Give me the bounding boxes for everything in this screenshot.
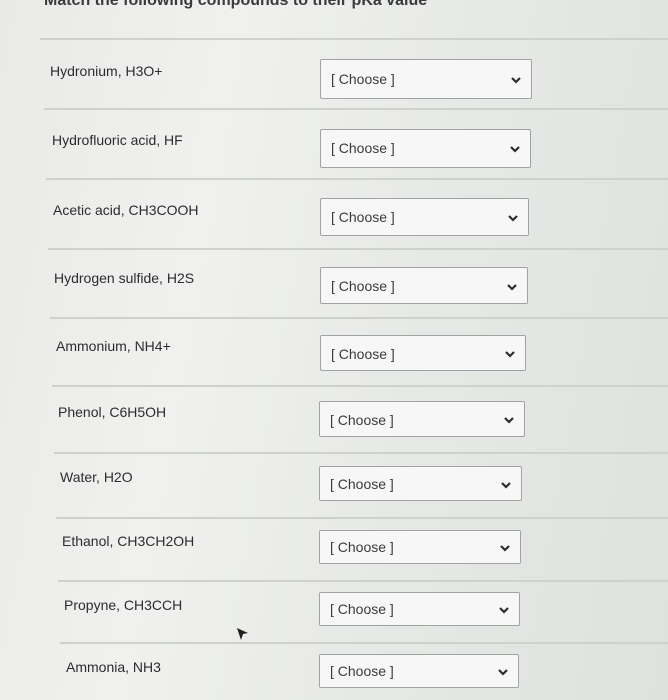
divider xyxy=(56,517,668,519)
compound-label: Hydrogen sulfide, H2S xyxy=(54,270,195,286)
compound-label: Hydrofluoric acid, HF xyxy=(52,132,183,148)
select-value: [ Choose ] xyxy=(331,209,395,225)
compound-label: Ammonium, NH4+ xyxy=(56,338,171,354)
divider xyxy=(54,452,668,454)
compound-label: Ammonia, NH3 xyxy=(66,659,161,675)
pka-select[interactable]: [ Choose ] xyxy=(319,592,520,626)
select-value: [ Choose ] xyxy=(330,539,394,555)
mouse-cursor-icon xyxy=(237,628,248,640)
chevron-down-icon xyxy=(499,607,509,614)
compound-label: Water, H2O xyxy=(60,469,133,485)
compound-label: Ethanol, CH3CH2OH xyxy=(62,533,195,549)
compound-label: Propyne, CH3CCH xyxy=(64,597,183,613)
pka-select[interactable]: [ Choose ] xyxy=(319,530,521,564)
pka-select[interactable]: [ Choose ] xyxy=(320,59,532,99)
compound-label: Acetic acid, CH3COOH xyxy=(53,202,199,218)
select-value: [ Choose ] xyxy=(331,346,395,362)
pka-select[interactable]: [ Choose ] xyxy=(320,129,531,168)
divider xyxy=(40,38,668,40)
chevron-down-icon xyxy=(504,417,514,424)
divider xyxy=(44,108,668,110)
divider xyxy=(50,317,668,319)
divider xyxy=(60,642,668,644)
chevron-down-icon xyxy=(510,146,520,153)
pka-select[interactable]: [ Choose ] xyxy=(320,267,528,304)
pka-select[interactable]: [ Choose ] xyxy=(320,335,526,371)
select-value: [ Choose ] xyxy=(330,412,394,428)
divider xyxy=(48,248,668,250)
chevron-down-icon xyxy=(505,351,515,358)
compound-label: Phenol, C6H5OH xyxy=(58,404,167,420)
pka-select[interactable]: [ Choose ] xyxy=(319,654,519,688)
chevron-down-icon xyxy=(498,669,508,676)
select-value: [ Choose ] xyxy=(330,476,394,492)
select-value: [ Choose ] xyxy=(330,601,394,617)
chevron-down-icon xyxy=(500,545,510,552)
divider xyxy=(46,178,668,180)
compound-label: Hydronium, H3O+ xyxy=(50,63,163,79)
chevron-down-icon xyxy=(508,215,518,222)
pka-select[interactable]: [ Choose ] xyxy=(319,466,522,501)
divider xyxy=(52,385,668,387)
select-value: [ Choose ] xyxy=(331,71,395,87)
chevron-down-icon xyxy=(501,482,511,489)
chevron-down-icon xyxy=(507,284,517,291)
pka-select[interactable]: [ Choose ] xyxy=(319,401,525,437)
pka-select[interactable]: [ Choose ] xyxy=(320,198,529,236)
divider xyxy=(58,580,668,582)
chevron-down-icon xyxy=(511,77,521,84)
select-value: [ Choose ] xyxy=(331,140,395,156)
select-value: [ Choose ] xyxy=(331,278,395,294)
select-value: [ Choose ] xyxy=(330,663,394,679)
question-title: Match the following compounds to their p… xyxy=(44,0,428,9)
